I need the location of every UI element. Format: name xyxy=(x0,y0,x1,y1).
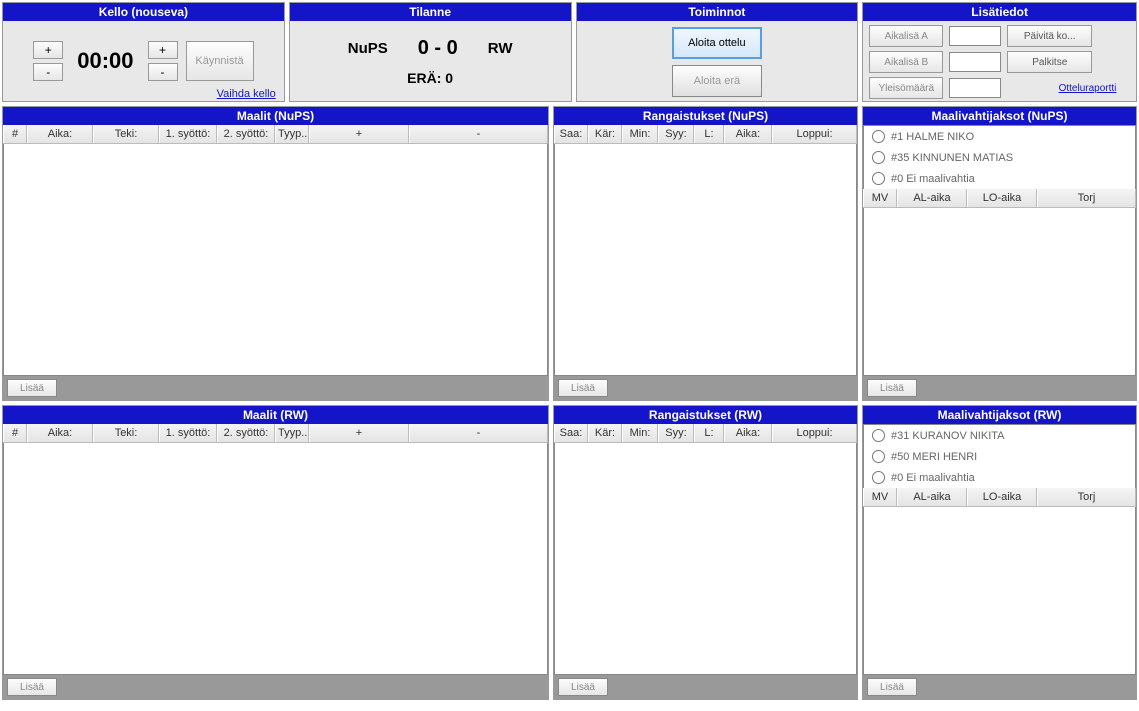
timeout-b-button[interactable]: Aikalisä B xyxy=(869,51,943,73)
goalie-away-panel: Maalivahtijaksot (RW) #31 KURANOV NIKITA… xyxy=(862,405,1137,700)
goalie-home-option-0[interactable]: #1 HALME NIKO xyxy=(864,126,1135,147)
penalties-away-title: Rangaistukset (RW) xyxy=(554,406,857,424)
goalie-away-title: Maalivahtijaksot (RW) xyxy=(863,406,1136,424)
timeout-b-input[interactable] xyxy=(949,52,1001,72)
add-goalie-away-button[interactable]: Lisää xyxy=(867,678,917,696)
radio-icon[interactable] xyxy=(872,151,885,164)
goals-home-header: # Aika: Teki: 1. syöttö: 2. syöttö: Tyyp… xyxy=(3,125,548,144)
radio-icon[interactable] xyxy=(872,450,885,463)
penalties-away-body[interactable] xyxy=(554,443,857,675)
penalties-away-header: Saa: Kär: Min: Syy: L: Aika: Loppui: xyxy=(554,424,857,443)
attendance-input[interactable] xyxy=(949,78,1001,98)
radio-icon[interactable] xyxy=(872,429,885,442)
goalie-home-panel: Maalivahtijaksot (NuPS) #1 HALME NIKO #3… xyxy=(862,106,1137,401)
radio-icon[interactable] xyxy=(872,471,885,484)
minutes-minus-button[interactable]: - xyxy=(33,63,63,81)
add-penalty-home-button[interactable]: Lisää xyxy=(558,379,608,397)
goalie-home-option-2[interactable]: #0 Ei maalivahtia xyxy=(864,168,1135,189)
radio-icon[interactable] xyxy=(872,130,885,143)
info-title: Lisätiedot xyxy=(863,3,1136,21)
penalties-home-header: Saa: Kär: Min: Syy: L: Aika: Loppui: xyxy=(554,125,857,144)
start-match-button[interactable]: Aloita ottelu xyxy=(672,27,762,59)
start-period-button[interactable]: Aloita erä xyxy=(672,65,762,97)
start-clock-button[interactable]: Käynnistä xyxy=(186,41,254,81)
goalie-away-body[interactable] xyxy=(863,507,1136,675)
goals-away-body[interactable] xyxy=(3,443,548,675)
home-team: NuPS xyxy=(348,40,388,57)
goalie-home-title: Maalivahtijaksot (NuPS) xyxy=(863,107,1136,125)
goalie-away-option-1[interactable]: #50 MERI HENRI xyxy=(864,446,1135,467)
goalie-home-option-1[interactable]: #35 KINNUNEN MATIAS xyxy=(864,147,1135,168)
penalties-home-panel: Rangaistukset (NuPS) Saa: Kär: Min: Syy:… xyxy=(553,106,858,401)
penalties-home-body[interactable] xyxy=(554,144,857,376)
actions-title: Toiminnot xyxy=(577,3,858,21)
goalie-home-body[interactable] xyxy=(863,208,1136,376)
goalie-away-option-2[interactable]: #0 Ei maalivahtia xyxy=(864,467,1135,488)
score-title: Tilanne xyxy=(290,3,571,21)
attendance-button[interactable]: Yleisömäärä xyxy=(869,77,943,99)
away-team: RW xyxy=(488,40,513,57)
match-report-link[interactable]: Otteluraportti xyxy=(1045,83,1130,94)
goals-away-header: # Aika: Teki: 1. syöttö: 2. syöttö: Tyyp… xyxy=(3,424,548,443)
seconds-minus-button[interactable]: - xyxy=(148,63,178,81)
goalie-away-option-0[interactable]: #31 KURANOV NIKITA xyxy=(864,425,1135,446)
score-panel: Tilanne NuPS 0 - 0 RW ERÄ: 0 xyxy=(289,2,572,102)
reward-button[interactable]: Palkitse xyxy=(1007,51,1092,73)
timeout-a-button[interactable]: Aikalisä A xyxy=(869,25,943,47)
goalie-away-header: MV AL-aika LO-aika Torj xyxy=(863,488,1136,507)
add-goalie-home-button[interactable]: Lisää xyxy=(867,379,917,397)
info-panel: Lisätiedot Aikalisä A Päivitä ko... Aika… xyxy=(862,2,1137,102)
clock-time: 00:00 xyxy=(77,48,133,74)
radio-icon[interactable] xyxy=(872,172,885,185)
clock-title: Kello (nouseva) xyxy=(3,3,284,21)
add-goal-away-button[interactable]: Lisää xyxy=(7,678,57,696)
add-penalty-away-button[interactable]: Lisää xyxy=(558,678,608,696)
goals-home-panel: Maalit (NuPS) # Aika: Teki: 1. syöttö: 2… xyxy=(2,106,549,401)
penalties-away-panel: Rangaistukset (RW) Saa: Kär: Min: Syy: L… xyxy=(553,405,858,700)
seconds-plus-button[interactable]: + xyxy=(148,41,178,59)
goals-home-title: Maalit (NuPS) xyxy=(3,107,548,125)
goalie-home-header: MV AL-aika LO-aika Torj xyxy=(863,189,1136,208)
goals-away-panel: Maalit (RW) # Aika: Teki: 1. syöttö: 2. … xyxy=(2,405,549,700)
score-value: 0 - 0 xyxy=(418,37,458,60)
timeout-a-input[interactable] xyxy=(949,26,1001,46)
add-goal-home-button[interactable]: Lisää xyxy=(7,379,57,397)
minutes-plus-button[interactable]: + xyxy=(33,41,63,59)
clock-panel: Kello (nouseva) + - 00:00 + - Käynnistä … xyxy=(2,2,285,102)
goals-home-body[interactable] xyxy=(3,144,548,376)
swap-clock-link[interactable]: Vaihda kello xyxy=(217,88,276,100)
penalties-home-title: Rangaistukset (NuPS) xyxy=(554,107,857,125)
period-label: ERÄ: 0 xyxy=(407,70,453,86)
refresh-button[interactable]: Päivitä ko... xyxy=(1007,25,1092,47)
goals-away-title: Maalit (RW) xyxy=(3,406,548,424)
actions-panel: Toiminnot Aloita ottelu Aloita erä xyxy=(576,2,859,102)
